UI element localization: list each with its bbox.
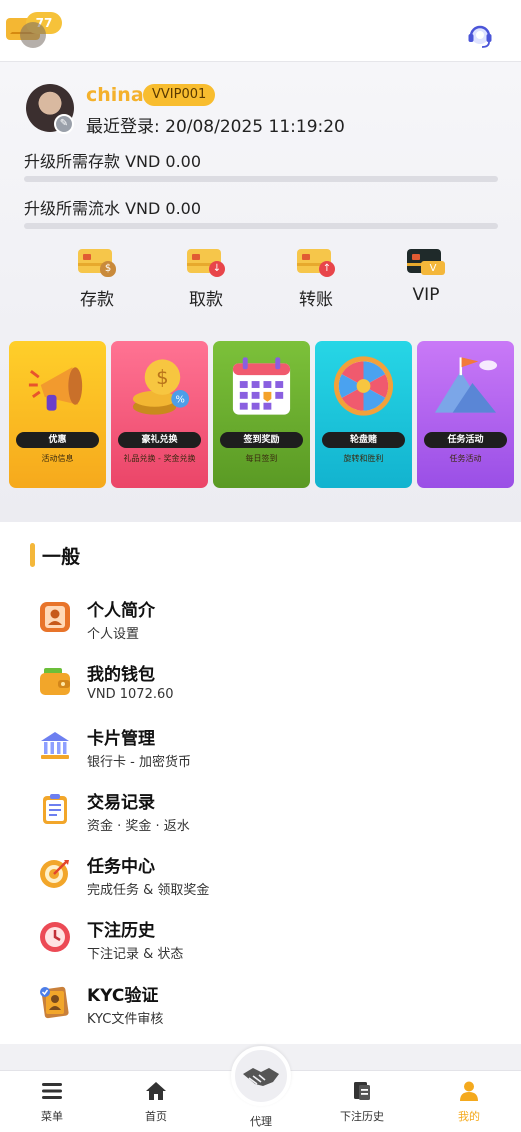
vip-button[interactable]: V VIP (386, 247, 466, 305)
promo-title: 签到奖励 (220, 432, 303, 448)
menu-item-title: KYC验证 (87, 986, 159, 1006)
nav-agent[interactable] (231, 1046, 291, 1106)
roulette-wheel-icon (333, 356, 394, 416)
promo-card-roulette[interactable]: 轮盘赌 旋转和胜利 (315, 341, 412, 488)
promo-card-checkin[interactable]: 签到奖励 每日签到 (213, 341, 310, 488)
avatar[interactable]: ✎ (26, 84, 74, 134)
deposit-button[interactable]: $ 存款 (57, 247, 137, 310)
section-accent-bar (30, 543, 35, 567)
menu-item-subtitle: 完成任务 & 领取奖金 (87, 883, 210, 898)
menu-item-profile[interactable]: 个人简介 个人设置 (36, 594, 496, 650)
clipboard-icon (43, 794, 67, 824)
vip-level-badge: VVIP001 (143, 84, 216, 106)
withdraw-button[interactable]: ↓ 取款 (166, 247, 246, 310)
profile-card-icon (40, 602, 70, 632)
menu-item-subtitle: 银行卡 - 加密货币 (87, 755, 191, 770)
coins-icon: $ % (132, 359, 190, 415)
deposit-requirement-label: 升级所需存款 VND 0.00 (24, 152, 202, 171)
promo-subtitle: 每日签到 (245, 454, 278, 463)
turnover-requirement-label: 升级所需流水 VND 0.00 (24, 199, 202, 218)
menu-item-subtitle: 资金 · 奖金 · 返水 (87, 819, 190, 834)
deposit-label: 存款 (80, 290, 114, 310)
id-document-icon (40, 986, 69, 1019)
nav-label: 下注历史 (340, 1110, 384, 1123)
transfer-card-icon: ↑ (297, 247, 335, 277)
nav-menu[interactable]: 菜单 (12, 1079, 92, 1124)
messages-button[interactable]: 77 (6, 12, 62, 48)
withdraw-card-icon: ↓ (187, 247, 225, 277)
promo-title: 优惠 (16, 432, 99, 448)
bank-icon (41, 732, 69, 759)
svg-text:$: $ (156, 366, 169, 389)
promo-card-gift-exchange[interactable]: $ % 豪礼兑换 礼品兑换 - 奖金兑换 (111, 341, 208, 488)
deposit-card-icon: $ (78, 247, 116, 277)
nav-label: 我的 (458, 1110, 480, 1123)
nav-agent-label: 代理 (250, 1115, 272, 1128)
headset-support-icon (468, 25, 492, 48)
home-icon (146, 1082, 166, 1100)
history-clock-icon (40, 922, 70, 952)
svg-text:%: % (176, 395, 185, 406)
withdraw-label: 取款 (189, 290, 223, 310)
nav-mine[interactable]: 我的 (429, 1079, 509, 1124)
promo-subtitle: 旋转和胜利 (343, 454, 384, 463)
promo-cards: 优惠 活动信息 $ % 豪礼兑换 礼品兑换 - 奖金兑换 签到奖励 每日签到 轮… (9, 341, 514, 488)
promo-subtitle: 任务活动 (449, 454, 482, 463)
transfer-button[interactable]: ↑ 转账 (276, 247, 356, 310)
username: china (86, 84, 144, 106)
menu-item-kyc[interactable]: KYC验证 KYC文件审核 (36, 979, 496, 1035)
menu-item-subtitle: VND 1072.60 (87, 687, 174, 702)
bet-history-icon (354, 1082, 370, 1100)
nav-label: 菜单 (41, 1110, 63, 1123)
handshake-icon (243, 1068, 279, 1086)
last-login-time: 最近登录: 20/08/2025 11:19:20 (86, 117, 345, 137)
turnover-progress-bar (24, 223, 498, 229)
transfer-label: 转账 (299, 290, 333, 310)
deposit-progress-bar (24, 176, 498, 182)
menu-item-title: 卡片管理 (87, 729, 155, 749)
user-icon (460, 1081, 478, 1101)
promo-subtitle: 礼品兑换 - 奖金兑换 (123, 454, 196, 463)
touch-indicator (20, 22, 46, 48)
promo-title: 豪礼兑换 (118, 432, 201, 448)
general-section: 一般 个人简介 个人设置 我的钱包 VND 1072.60 卡片管理 银行卡 -… (0, 522, 521, 1044)
menu-item-title: 我的钱包 (87, 665, 155, 685)
megaphone-icon (28, 367, 83, 411)
menu-item-transactions[interactable]: 交易记录 资金 · 奖金 · 返水 (36, 786, 496, 842)
nav-home[interactable]: 首页 (116, 1079, 196, 1124)
menu-item-title: 任务中心 (87, 857, 155, 877)
menu-item-task-center[interactable]: 任务中心 完成任务 & 领取奖金 (36, 850, 496, 906)
promo-card-tasks[interactable]: 任务活动 任务活动 (417, 341, 514, 488)
nav-bet-history[interactable]: 下注历史 (322, 1079, 402, 1124)
target-icon (40, 860, 69, 888)
customer-support-button[interactable] (465, 20, 495, 50)
menu-item-subtitle: 下注记录 & 状态 (87, 947, 184, 962)
menu-item-title: 下注历史 (87, 921, 155, 941)
top-bar: 77 (0, 0, 521, 62)
menu-item-wallet[interactable]: 我的钱包 VND 1072.60 (36, 658, 496, 714)
mountain-flag-icon (434, 357, 498, 413)
section-title: 一般 (42, 546, 81, 568)
calendar-icon (232, 357, 291, 415)
wallet-icon (40, 668, 70, 695)
menu-item-bet-history[interactable]: 下注历史 下注记录 & 状态 (36, 914, 496, 970)
menu-item-subtitle: KYC文件审核 (87, 1012, 164, 1027)
edit-avatar-icon[interactable]: ✎ (54, 114, 74, 134)
nav-label: 首页 (145, 1110, 167, 1123)
vip-card-icon: V (407, 247, 445, 277)
vip-label: VIP (412, 285, 440, 305)
promo-card-offers[interactable]: 优惠 活动信息 (9, 341, 106, 488)
menu-item-card-management[interactable]: 卡片管理 银行卡 - 加密货币 (36, 722, 496, 778)
menu-item-title: 交易记录 (87, 793, 155, 813)
promo-title: 任务活动 (424, 432, 507, 448)
profile-section: ✎ china VVIP001 最近登录: 20/08/2025 11:19:2… (0, 62, 521, 522)
promo-subtitle: 活动信息 (41, 454, 74, 463)
menu-item-title: 个人简介 (87, 601, 155, 621)
promo-title: 轮盘赌 (322, 432, 405, 448)
menu-icon (42, 1083, 62, 1099)
menu-item-subtitle: 个人设置 (87, 627, 140, 642)
